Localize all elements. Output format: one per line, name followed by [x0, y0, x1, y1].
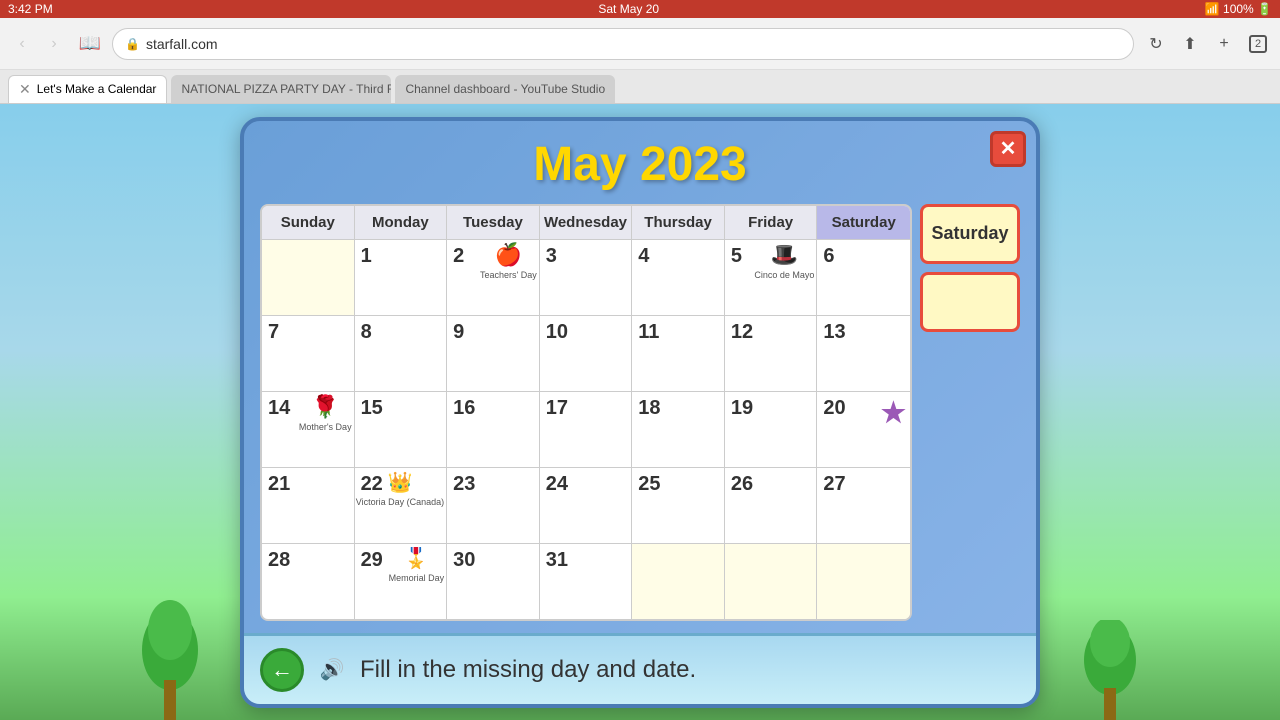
cell-11: 11 [632, 316, 725, 391]
tab-0-close[interactable]: ✕ [19, 81, 31, 98]
cell-4: 4 [632, 240, 725, 315]
lock-icon: 🔒 [125, 37, 140, 51]
cell-9: 9 [447, 316, 540, 391]
cell-12: 12 [725, 316, 818, 391]
toolbar-actions: ↻ ⬆ + 2 [1142, 30, 1272, 58]
header-saturday: Saturday [817, 206, 910, 240]
calendar-grid: Sunday Monday Tuesday Wednesday Thursday… [260, 204, 912, 621]
cell-19: 19 [725, 392, 818, 467]
header-tuesday: Tuesday [447, 206, 540, 240]
tab-0-label: Let's Make a Calendar [37, 82, 157, 96]
tab-2[interactable]: Channel dashboard - YouTube Studio [395, 75, 615, 103]
cell-27: 27 [817, 468, 910, 543]
cell-29-content: 🎖️ Memorial Day [389, 546, 445, 583]
close-button[interactable]: ✕ [990, 131, 1026, 167]
cell-24: 24 [540, 468, 633, 543]
bookmarks-button[interactable]: 📖 [76, 30, 104, 58]
url-text: starfall.com [146, 36, 218, 52]
sidebar-saturday-box[interactable]: Saturday [920, 204, 1020, 264]
bottom-section: ← 🔊 Fill in the missing day and date. [244, 633, 1036, 704]
calendar-and-sidebar: Sunday Monday Tuesday Wednesday Thursday… [260, 204, 1020, 621]
cell-20: 20 ★ [817, 392, 910, 467]
cell-22-content: 👑 Victoria Day (Canada) [356, 470, 444, 507]
refresh-button[interactable]: ↻ [1142, 30, 1170, 58]
calendar-row-3: 14 🌹 Mother's Day 15 16 17 18 19 20 ★ [262, 392, 910, 468]
bg-tree-right [1080, 620, 1140, 720]
tabs-bar: ✕ Let's Make a Calendar NATIONAL PIZZA P… [0, 70, 1280, 104]
cell-14: 14 🌹 Mother's Day [262, 392, 355, 467]
calendar-row-2: 7 8 9 10 11 12 13 [262, 316, 910, 392]
instruction-text: Fill in the missing day and date. [360, 656, 696, 684]
cell-31: 31 [540, 544, 633, 619]
tab-1[interactable]: NATIONAL PIZZA PARTY DAY - Third Friday … [171, 75, 391, 103]
status-icons: 📶 100% 🔋 [1205, 2, 1272, 16]
tabs-button[interactable]: 2 [1244, 30, 1272, 58]
forward-nav-button[interactable]: › [40, 30, 68, 58]
cell-empty-3 [725, 544, 818, 619]
main-content: ✕ May 2023 Sunday Monday Tuesday Wednesd… [0, 104, 1280, 720]
header-thursday: Thursday [632, 206, 725, 240]
sidebar-day-label: Saturday [931, 223, 1008, 244]
tab-2-label: Channel dashboard - YouTube Studio [405, 82, 605, 96]
cell-21: 21 [262, 468, 355, 543]
cell-22: 22 👑 Victoria Day (Canada) [355, 468, 448, 543]
cell-25: 25 [632, 468, 725, 543]
new-tab-button[interactable]: + [1210, 30, 1238, 58]
calendar-row-1: 1 2 🍎 Teachers' Day 3 4 5 🎩 [262, 240, 910, 316]
back-button[interactable]: ← [260, 648, 304, 692]
header-wednesday: Wednesday [540, 206, 633, 240]
day-header-row: Sunday Monday Tuesday Wednesday Thursday… [262, 206, 910, 240]
calendar-row-4: 21 22 👑 Victoria Day (Canada) 23 24 25 2… [262, 468, 910, 544]
cell-empty-1 [262, 240, 355, 315]
cell-2: 2 🍎 Teachers' Day [447, 240, 540, 315]
cell-2-content: 🍎 Teachers' Day [480, 242, 537, 280]
cell-3: 3 [540, 240, 633, 315]
calendar-container: ✕ May 2023 Sunday Monday Tuesday Wednesd… [240, 117, 1040, 708]
cell-empty-4 [817, 544, 910, 619]
address-bar[interactable]: 🔒 starfall.com [112, 28, 1134, 60]
calendar-title: May 2023 [260, 137, 1020, 192]
nav-buttons: ‹ › [8, 30, 68, 58]
calendar-sidebar: Saturday [920, 204, 1020, 332]
cell-10: 10 [540, 316, 633, 391]
cell-13: 13 [817, 316, 910, 391]
tab-0[interactable]: ✕ Let's Make a Calendar [8, 75, 167, 103]
back-nav-button[interactable]: ‹ [8, 30, 36, 58]
audio-button[interactable]: 🔊 [316, 654, 348, 686]
header-sunday: Sunday [262, 206, 355, 240]
status-date: Sat May 20 [598, 2, 659, 16]
share-button[interactable]: ⬆ [1176, 30, 1204, 58]
status-time: 3:42 PM [8, 2, 53, 16]
cell-23: 23 [447, 468, 540, 543]
cell-8: 8 [355, 316, 448, 391]
header-friday: Friday [725, 206, 818, 240]
calendar-row-5: 28 29 🎖️ Memorial Day 30 31 [262, 544, 910, 619]
cell-16: 16 [447, 392, 540, 467]
cell-28: 28 [262, 544, 355, 619]
status-bar: 3:42 PM Sat May 20 📶 100% 🔋 [0, 0, 1280, 18]
cell-5-content: 🎩 Cinco de Mayo [754, 242, 814, 280]
cell-17: 17 [540, 392, 633, 467]
cell-6: 6 [817, 240, 910, 315]
browser-toolbar: ‹ › 📖 🔒 starfall.com ↻ ⬆ + 2 [0, 18, 1280, 70]
cell-26: 26 [725, 468, 818, 543]
sidebar-empty-box[interactable] [920, 272, 1020, 332]
cell-15: 15 [355, 392, 448, 467]
cell-7: 7 [262, 316, 355, 391]
cell-30: 30 [447, 544, 540, 619]
bg-tree-left [140, 600, 200, 720]
cell-14-content: 🌹 Mother's Day [299, 394, 352, 432]
browser-chrome: 3:42 PM Sat May 20 📶 100% 🔋 ‹ › 📖 🔒 star… [0, 0, 1280, 104]
cell-1: 1 [355, 240, 448, 315]
header-monday: Monday [355, 206, 448, 240]
cell-18: 18 [632, 392, 725, 467]
tab-1-label: NATIONAL PIZZA PARTY DAY - Third Friday … [181, 82, 391, 96]
cell-29: 29 🎖️ Memorial Day [355, 544, 448, 619]
cell-5: 5 🎩 Cinco de Mayo [725, 240, 818, 315]
cell-empty-2 [632, 544, 725, 619]
